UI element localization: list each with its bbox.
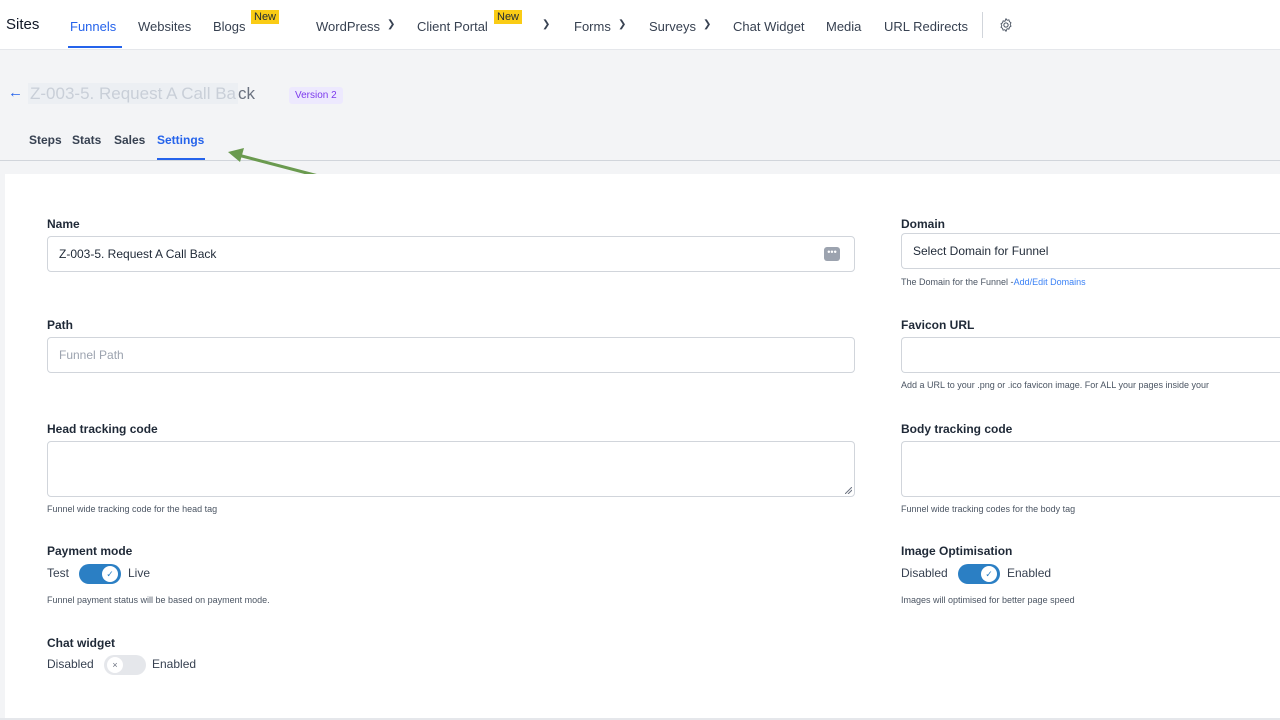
nav-blogs[interactable]: Blogs [213, 19, 246, 34]
tab-steps[interactable]: Steps [29, 133, 62, 147]
domain-select-value: Select Domain for Funnel [913, 244, 1049, 258]
domain-select[interactable]: Select Domain for Funnel [901, 233, 1280, 269]
name-input-value: Z-003-5. Request A Call Back [59, 247, 217, 261]
funnel-title-visible: ck [238, 84, 256, 103]
favicon-help: Add a URL to your .png or .ico favicon i… [901, 380, 1209, 390]
top-nav: Sites Funnels Websites Blogs New WordPre… [0, 0, 1280, 50]
head-tracking-textarea[interactable] [47, 441, 855, 497]
forms-chevron-down-icon[interactable]: ❯ [618, 19, 626, 30]
image-optimisation-help: Images will optimised for better page sp… [901, 595, 1075, 605]
domain-label: Domain [901, 217, 946, 231]
brand-title: Sites [6, 16, 40, 33]
nav-divider [982, 12, 983, 38]
nav-surveys[interactable]: Surveys [649, 19, 696, 34]
head-tracking-help: Funnel wide tracking code for the head t… [47, 504, 218, 514]
head-tracking-label: Head tracking code [47, 422, 158, 436]
tab-sales[interactable]: Sales [114, 133, 145, 147]
surveys-chevron-down-icon[interactable]: ❯ [703, 19, 711, 30]
wordpress-chevron-down-icon[interactable]: ❯ [387, 19, 395, 30]
payment-mode-toggle[interactable]: ✓ [79, 564, 121, 584]
image-opt-disabled-label: Disabled [901, 566, 948, 580]
nav-media[interactable]: Media [826, 19, 861, 34]
funnel-title-blurred: Z-003-5. Request A Call Ba [28, 83, 239, 104]
domain-help-text: The Domain for the Funnel - [901, 277, 1014, 287]
version-badge: Version 2 [289, 87, 343, 104]
client-portal-chevron-down-icon[interactable]: ❯ [542, 19, 550, 30]
chat-enabled-label: Enabled [152, 657, 197, 671]
nav-funnels[interactable]: Funnels [70, 19, 116, 34]
path-input-placeholder: Funnel Path [59, 348, 124, 362]
path-label: Path [47, 318, 74, 332]
nav-active-underline [68, 46, 122, 48]
add-edit-domains-link[interactable]: Add/Edit Domains [1014, 277, 1086, 287]
payment-test-label: Test [47, 566, 70, 580]
settings-card: Name Z-003-5. Request A Call Back ••• Pa… [5, 174, 1280, 720]
toggle-x-icon: × [107, 657, 123, 673]
tab-settings[interactable]: Settings [157, 133, 204, 147]
chat-disabled-label: Disabled [47, 657, 94, 671]
domain-help: The Domain for the Funnel -Add/Edit Doma… [901, 277, 1086, 287]
chat-widget-toggle[interactable]: × [104, 655, 146, 675]
path-input[interactable]: Funnel Path [47, 337, 855, 373]
body-tracking-textarea[interactable] [901, 441, 1280, 497]
toggle-check-icon: ✓ [102, 566, 118, 582]
image-optimisation-toggle[interactable]: ✓ [958, 564, 1000, 584]
funnel-title: Z-003-5. Request A Call Ba ck [28, 83, 256, 104]
body-tracking-help: Funnel wide tracking codes for the body … [901, 504, 1076, 514]
image-optimisation-label: Image Optimisation [901, 544, 1013, 558]
body-tracking-label: Body tracking code [901, 422, 1013, 436]
nav-forms[interactable]: Forms [574, 19, 611, 34]
tab-stats[interactable]: Stats [72, 133, 101, 147]
nav-url-redirects[interactable]: URL Redirects [884, 19, 968, 34]
name-label: Name [47, 217, 80, 231]
payment-mode-label: Payment mode [47, 544, 133, 558]
nav-wordpress[interactable]: WordPress [316, 19, 380, 34]
client-portal-new-badge: New [494, 10, 523, 24]
image-opt-enabled-label: Enabled [1007, 566, 1052, 580]
toggle-check-icon: ✓ [981, 566, 997, 582]
more-options-icon[interactable]: ••• [824, 247, 840, 261]
blogs-new-badge: New [251, 10, 280, 24]
gear-icon[interactable] [998, 17, 1014, 33]
name-input[interactable]: Z-003-5. Request A Call Back ••• [47, 236, 855, 272]
favicon-input[interactable] [901, 337, 1280, 373]
nav-chat-widget[interactable]: Chat Widget [733, 19, 805, 34]
chat-widget-label: Chat widget [47, 636, 115, 650]
favicon-label: Favicon URL [901, 318, 975, 332]
resize-handle-icon[interactable] [845, 487, 852, 494]
payment-mode-help: Funnel payment status will be based on p… [47, 595, 270, 605]
payment-live-label: Live [128, 566, 151, 580]
nav-websites[interactable]: Websites [138, 19, 191, 34]
tabs-divider [0, 160, 1280, 161]
back-arrow-icon[interactable]: ← [8, 84, 23, 101]
nav-client-portal[interactable]: Client Portal [417, 19, 488, 34]
